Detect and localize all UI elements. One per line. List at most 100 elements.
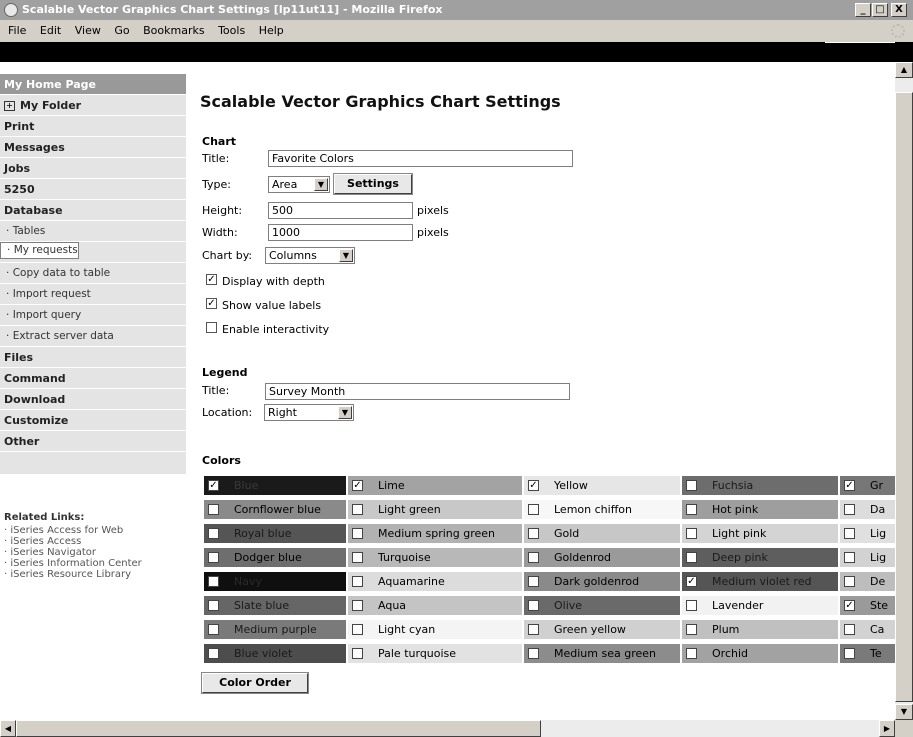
color-checkbox[interactable] (528, 648, 539, 659)
vertical-scroll-thumb[interactable] (895, 92, 913, 702)
color-checkbox[interactable] (208, 552, 219, 563)
color-option[interactable]: Green yellow (524, 620, 682, 641)
color-option[interactable]: Cornflower blue (204, 500, 348, 521)
color-option[interactable]: Slate blue (204, 596, 348, 617)
interactivity-checkbox[interactable] (206, 322, 217, 333)
color-option[interactable]: Lavender (682, 596, 840, 617)
color-option[interactable]: Fuchsia (682, 476, 840, 497)
color-option[interactable]: ✓ Blue (204, 476, 348, 497)
sidebar-item-print[interactable]: Print (0, 116, 186, 137)
color-option[interactable]: Lig (840, 524, 895, 545)
color-option[interactable]: Navy (204, 572, 348, 593)
color-option[interactable]: ✓ Yellow (524, 476, 682, 497)
horizontal-scrollbar[interactable]: ◀ ▶ (0, 720, 895, 737)
color-checkbox[interactable]: ✓ (844, 480, 855, 491)
sidebar-item-copy-data-to-table[interactable]: · Copy data to table (0, 263, 186, 284)
color-option[interactable]: Medium sea green (524, 644, 682, 665)
color-checkbox[interactable] (352, 624, 363, 635)
color-option[interactable]: Pale turquoise (348, 644, 524, 665)
chart-type-select[interactable]: Area ▼ (268, 176, 330, 193)
height-input[interactable]: 500 (268, 202, 413, 219)
color-checkbox[interactable] (208, 576, 219, 587)
sidebar-item-command[interactable]: Command (0, 368, 186, 389)
sidebar-item-5250[interactable]: 5250 (0, 179, 186, 200)
menu-view[interactable]: View (75, 24, 101, 37)
color-checkbox[interactable] (686, 600, 697, 611)
color-checkbox[interactable] (686, 552, 697, 563)
color-option[interactable]: ✓ Medium violet red (682, 572, 840, 593)
horizontal-scroll-thumb[interactable] (16, 720, 541, 737)
scroll-left-icon[interactable]: ◀ (0, 720, 16, 737)
color-option[interactable]: Te (840, 644, 895, 665)
color-checkbox[interactable] (352, 552, 363, 563)
color-checkbox[interactable] (686, 624, 697, 635)
color-option[interactable]: Turquoise (348, 548, 524, 569)
color-option[interactable]: Deep pink (682, 548, 840, 569)
sidebar-item-import-request[interactable]: · Import request (0, 284, 186, 305)
related-link[interactable]: · iSeries Resource Library (4, 569, 182, 580)
sidebar-item-customize[interactable]: Customize (0, 410, 186, 431)
color-checkbox[interactable]: ✓ (528, 480, 539, 491)
sidebar-item-extract-server-data[interactable]: · Extract server data (0, 326, 186, 347)
color-option[interactable]: De (840, 572, 895, 593)
close-button[interactable]: X (891, 3, 907, 17)
related-link[interactable]: · iSeries Navigator (4, 547, 182, 558)
menu-help[interactable]: Help (259, 24, 284, 37)
menu-file[interactable]: File (8, 24, 26, 37)
color-checkbox[interactable] (352, 504, 363, 515)
chart-title-input[interactable]: Favorite Colors (268, 150, 573, 167)
legend-location-select[interactable]: Right ▼ (264, 404, 354, 421)
sidebar-item-download[interactable]: Download (0, 389, 186, 410)
color-checkbox[interactable] (686, 528, 697, 539)
depth-checkbox[interactable]: ✓ (206, 274, 217, 285)
scroll-right-icon[interactable]: ▶ (879, 720, 895, 737)
color-checkbox[interactable] (528, 600, 539, 611)
color-checkbox[interactable] (686, 480, 697, 491)
color-checkbox[interactable] (844, 624, 855, 635)
color-checkbox[interactable] (844, 576, 855, 587)
maximize-button[interactable]: □ (872, 3, 888, 17)
color-option[interactable]: Aquamarine (348, 572, 524, 593)
legend-title-input[interactable]: Survey Month (265, 383, 570, 400)
color-checkbox[interactable] (844, 504, 855, 515)
sidebar-item-messages[interactable]: Messages (0, 137, 186, 158)
color-checkbox[interactable] (528, 528, 539, 539)
color-option[interactable]: Royal blue (204, 524, 348, 545)
color-option[interactable]: Dark goldenrod (524, 572, 682, 593)
color-option[interactable]: Blue violet (204, 644, 348, 665)
color-option[interactable]: Orchid (682, 644, 840, 665)
color-order-button[interactable]: Color Order (201, 672, 309, 694)
color-option[interactable]: Light cyan (348, 620, 524, 641)
color-option[interactable]: Ca (840, 620, 895, 641)
color-option[interactable]: Lemon chiffon (524, 500, 682, 521)
color-checkbox[interactable] (208, 528, 219, 539)
menu-bookmarks[interactable]: Bookmarks (143, 24, 204, 37)
color-checkbox[interactable]: ✓ (686, 576, 697, 587)
sidebar-item-my-folder[interactable]: + My Folder (0, 95, 186, 116)
color-checkbox[interactable] (208, 504, 219, 515)
color-checkbox[interactable]: ✓ (352, 480, 363, 491)
color-checkbox[interactable] (686, 648, 697, 659)
sidebar-item-database[interactable]: Database (0, 200, 186, 221)
color-checkbox[interactable] (528, 624, 539, 635)
color-option[interactable]: Light green (348, 500, 524, 521)
color-option[interactable]: Dodger blue (204, 548, 348, 569)
sidebar-item-import-query[interactable]: · Import query (0, 305, 186, 326)
color-option[interactable]: Goldenrod (524, 548, 682, 569)
color-checkbox[interactable] (208, 600, 219, 611)
color-checkbox[interactable] (352, 600, 363, 611)
color-option[interactable]: Plum (682, 620, 840, 641)
color-checkbox[interactable] (352, 528, 363, 539)
color-checkbox[interactable] (528, 576, 539, 587)
color-checkbox[interactable]: ✓ (208, 480, 219, 491)
sidebar-item-other[interactable]: Other (0, 431, 186, 452)
color-checkbox[interactable] (528, 552, 539, 563)
color-option[interactable]: ✓ Gr (840, 476, 895, 497)
color-checkbox[interactable] (352, 576, 363, 587)
scroll-down-icon[interactable]: ▼ (895, 704, 913, 720)
color-option[interactable]: Lig (840, 548, 895, 569)
menu-go[interactable]: Go (114, 24, 129, 37)
color-option[interactable]: Aqua (348, 596, 524, 617)
color-option[interactable]: Da (840, 500, 895, 521)
sidebar-item-my-requests[interactable]: · My requests (0, 242, 79, 259)
